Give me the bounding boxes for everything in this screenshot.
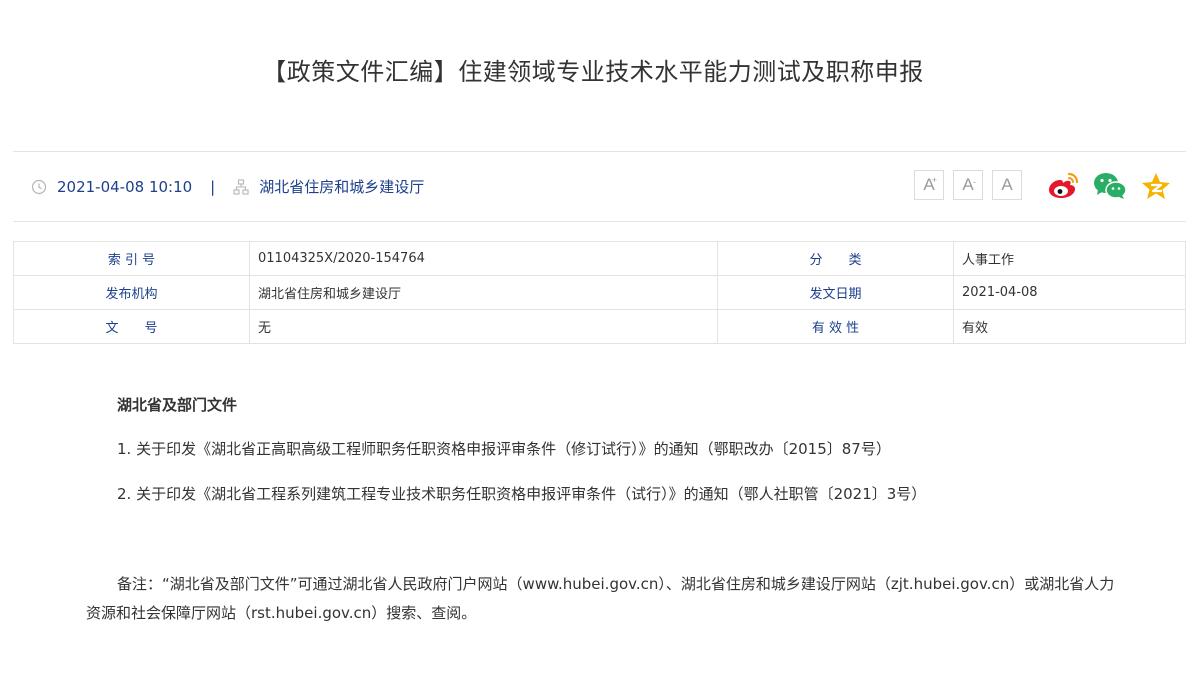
- article-meta-bar: 2021-04-08 10:10 | 湖北省住房和城乡建设厅 A + A- A: [13, 151, 1186, 222]
- label-issue-date: 发文日期: [717, 275, 954, 310]
- value-index-number: 01104325X/2020-154764: [249, 241, 718, 276]
- qzone-icon[interactable]: [1141, 172, 1171, 200]
- font-increase-button[interactable]: A +: [914, 170, 944, 200]
- font-size-controls: A + A- A: [914, 170, 1022, 200]
- publish-datetime: 2021-04-08 10:10: [57, 177, 193, 196]
- weibo-icon[interactable]: [1047, 172, 1079, 200]
- source-org[interactable]: 湖北省住房和城乡建设厅: [259, 176, 424, 197]
- document-info-table: 索 引 号 01104325X/2020-154764 分 类 人事工作 发布机…: [13, 241, 1186, 344]
- clock-icon: [31, 179, 47, 195]
- section-title: 湖北省及部门文件: [117, 396, 238, 414]
- label-publisher: 发布机构: [13, 275, 250, 310]
- org-icon: [233, 178, 249, 195]
- table-row: 文 号 无 有 效 性 有效: [13, 309, 1186, 344]
- page-title: 【政策文件汇编】住建领域专业技术水平能力测试及职称申报: [262, 58, 924, 86]
- value-publisher: 湖北省住房和城乡建设厅: [249, 275, 718, 310]
- remark-note: 备注：“湖北省及部门文件”可通过湖北省人民政府门户网站（www.hubei.go…: [86, 575, 1115, 622]
- value-category: 人事工作: [953, 241, 1186, 276]
- font-reset-button[interactable]: A: [992, 170, 1022, 200]
- document-link-item[interactable]: 1. 关于印发《湖北省正高职高级工程师职务任职资格申报评审条件（修订试行）》的通…: [117, 438, 891, 459]
- article-meta: 2021-04-08 10:10 | 湖北省住房和城乡建设厅: [31, 176, 424, 197]
- meta-separator: |: [210, 177, 216, 196]
- share-bar: [1047, 172, 1171, 200]
- label-category: 分 类: [717, 241, 954, 276]
- table-row: 索 引 号 01104325X/2020-154764 分 类 人事工作: [13, 241, 1186, 276]
- label-doc-number: 文 号: [13, 309, 250, 344]
- value-issue-date: 2021-04-08: [953, 275, 1186, 310]
- value-doc-number: 无: [249, 309, 718, 344]
- label-validity: 有 效 性: [717, 309, 954, 344]
- label-index-number: 索 引 号: [13, 241, 250, 276]
- value-validity: 有效: [953, 309, 1186, 344]
- table-row: 发布机构 湖北省住房和城乡建设厅 发文日期 2021-04-08: [13, 275, 1186, 310]
- font-decrease-button[interactable]: A-: [953, 170, 983, 200]
- document-link-item[interactable]: 2. 关于印发《湖北省工程系列建筑工程专业技术职务任职资格申报评审条件（试行）》…: [117, 483, 926, 504]
- wechat-icon[interactable]: [1093, 172, 1127, 200]
